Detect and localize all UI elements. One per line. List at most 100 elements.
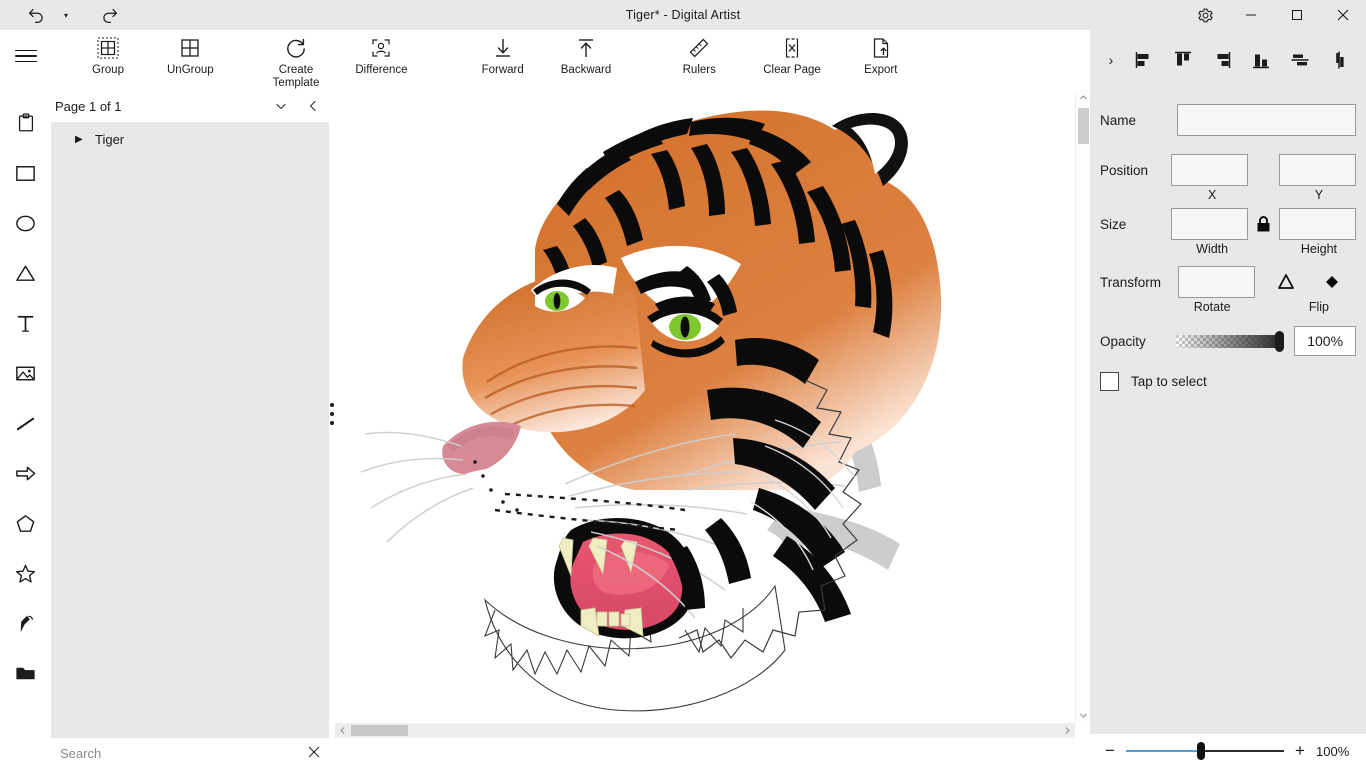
clear-page-button[interactable]: Clear Page [755, 30, 829, 77]
align-left-button[interactable] [1124, 39, 1163, 81]
rectangle-icon [16, 165, 35, 181]
zoom-slider-thumb[interactable] [1197, 742, 1206, 760]
layer-list[interactable]: ▶ Tiger [51, 122, 329, 738]
page-header-actions [265, 92, 329, 120]
pentagon-icon [16, 514, 35, 532]
rotate-field[interactable] [1178, 266, 1255, 298]
canvas-horizontal-scrollbar[interactable] [335, 723, 1075, 738]
position-y-field[interactable] [1279, 154, 1356, 186]
maximize-icon [1292, 10, 1302, 20]
list-item[interactable]: ▶ Tiger [51, 122, 329, 156]
width-field[interactable] [1171, 208, 1249, 240]
search-clear-button[interactable] [299, 746, 329, 761]
close-button[interactable] [1320, 0, 1366, 30]
create-template-label: Create Template [272, 64, 320, 89]
scroll-left-button[interactable] [335, 723, 350, 738]
flip-vertical-button[interactable] [1275, 271, 1297, 293]
chevron-left-icon [340, 727, 345, 734]
panel-collapse-button[interactable] [297, 92, 329, 120]
position-x-field[interactable] [1171, 154, 1249, 186]
ruler-icon [687, 36, 711, 60]
chevron-right-icon [1065, 727, 1070, 734]
undo-dropdown-button[interactable]: ▾ [56, 0, 76, 30]
redo-button[interactable] [90, 0, 128, 30]
folder-tool[interactable] [0, 648, 51, 698]
opacity-thumb[interactable] [1275, 331, 1285, 352]
position-sublabels: X Y [1100, 188, 1356, 202]
zoom-slider[interactable] [1126, 741, 1284, 761]
undo-button[interactable] [18, 0, 56, 30]
name-field[interactable] [1177, 104, 1356, 136]
ungroup-button[interactable]: UnGroup [159, 30, 222, 77]
align-top-icon [1174, 51, 1191, 66]
minimize-icon [1246, 14, 1256, 16]
group-button[interactable]: Group [82, 30, 134, 77]
vertical-scroll-thumb[interactable] [1078, 108, 1089, 144]
folder-icon [16, 667, 35, 679]
star-icon [16, 564, 35, 583]
distribute-vertical-button[interactable] [1319, 39, 1358, 81]
layers-panel: Page 1 of 1 ▶ Tiger [51, 90, 329, 738]
rulers-label: Rulers [682, 64, 716, 76]
arrow-tool[interactable] [0, 448, 51, 498]
image-tool[interactable] [0, 348, 51, 398]
canvas-area [335, 90, 1090, 738]
canvas-vertical-scrollbar[interactable] [1075, 90, 1090, 723]
tap-to-select-checkbox[interactable] [1100, 372, 1119, 391]
menu-button[interactable] [0, 30, 52, 90]
align-left-icon [1135, 52, 1148, 68]
aspect-lock-button[interactable] [1248, 215, 1279, 233]
maximize-button[interactable] [1274, 0, 1320, 30]
distribute-horizontal-button[interactable] [1280, 39, 1319, 81]
tap-to-select-row[interactable]: Tap to select [1100, 372, 1356, 391]
page-expand-button[interactable] [265, 92, 297, 120]
digital-artist-window: ▾ Tiger* - Digital Artist Group UnGroup … [0, 0, 1366, 768]
minimize-button[interactable] [1228, 0, 1274, 30]
create-template-button[interactable]: Create Template [265, 30, 328, 90]
layer-search-bar[interactable] [51, 738, 329, 768]
chevron-down-icon: ▾ [63, 10, 68, 20]
scroll-up-button[interactable] [1076, 90, 1090, 105]
text-tool[interactable] [0, 298, 51, 348]
position-row: Position [1100, 154, 1356, 186]
align-expand-button[interactable]: › [1098, 40, 1124, 80]
opacity-slider[interactable] [1176, 330, 1285, 352]
difference-button[interactable]: Difference [347, 30, 415, 77]
pentagon-tool[interactable] [0, 498, 51, 548]
name-label: Name [1100, 112, 1137, 128]
zoom-in-button[interactable]: + [1290, 741, 1310, 761]
group-icon [96, 36, 120, 60]
line-tool[interactable] [0, 398, 51, 448]
star-tool[interactable] [0, 548, 51, 598]
scroll-right-button[interactable] [1060, 723, 1075, 738]
ellipse-tool[interactable] [0, 198, 51, 248]
search-input[interactable] [51, 746, 299, 761]
expand-arrow-icon[interactable]: ▶ [75, 134, 95, 145]
forward-button[interactable]: Forward [474, 30, 532, 77]
clipboard-tool[interactable] [0, 98, 51, 148]
rectangle-tool[interactable] [0, 148, 51, 198]
align-right-button[interactable] [1202, 39, 1241, 81]
export-button[interactable]: Export [855, 30, 907, 77]
tiger-head-artwork[interactable] [335, 90, 1075, 722]
pen-tool[interactable] [0, 598, 51, 648]
scroll-down-button[interactable] [1076, 708, 1090, 723]
transform-sublabels: Rotate Flip [1100, 300, 1356, 314]
flip-horizontal-button[interactable] [1321, 271, 1343, 293]
canvas-page[interactable] [335, 90, 1075, 722]
settings-button[interactable] [1182, 0, 1228, 30]
align-bottom-button[interactable] [1241, 39, 1280, 81]
page-header: Page 1 of 1 [51, 90, 329, 122]
size-label: Size [1100, 216, 1127, 232]
opacity-value[interactable]: 100% [1294, 326, 1357, 356]
align-top-button[interactable] [1163, 39, 1202, 81]
rulers-button[interactable]: Rulers [673, 30, 725, 77]
height-field[interactable] [1279, 208, 1356, 240]
horizontal-scroll-thumb[interactable] [351, 725, 408, 736]
backward-button[interactable]: Backward [553, 30, 620, 77]
zoom-out-button[interactable]: − [1100, 741, 1120, 761]
text-icon [17, 315, 34, 332]
triangle-tool[interactable] [0, 248, 51, 298]
name-row: Name [1100, 100, 1356, 140]
close-icon [1337, 9, 1349, 21]
